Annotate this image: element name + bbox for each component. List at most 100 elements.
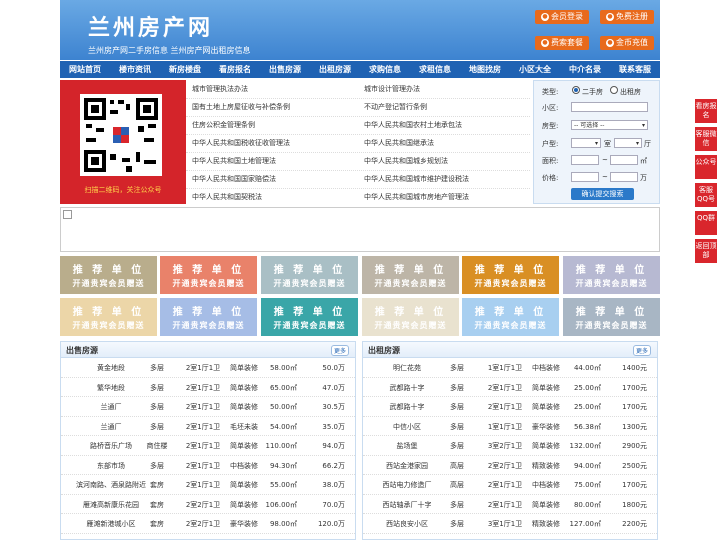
recommended-unit-ad[interactable]: 推 荐 单 位开通贵宾会员赠送 (60, 298, 157, 336)
listing-row[interactable]: 明仁花苑 多层 1室1厅1卫 中档装修 44.00㎡ 1400元 (363, 358, 657, 378)
nav-new-homes[interactable]: 新房楼盘 (160, 61, 210, 78)
listing-price: 120.0万 (317, 520, 345, 528)
listing-row[interactable]: 繁华地段 多层 2室1厅1卫 简单装修 65.00㎡ 47.0万 (61, 378, 355, 397)
nav-communities[interactable]: 小区大全 (510, 61, 560, 78)
law-link[interactable]: 中华人民共和国城市维护建设税法 (364, 174, 469, 184)
rent-panel: 出租房源 更多 明仁花苑 多层 1室1厅1卫 中档装修 44.00㎡ 1400元 武都路十字多… (362, 341, 658, 540)
recommended-unit-ad[interactable]: 推 荐 单 位开通贵宾会员赠送 (362, 298, 459, 336)
listing-row[interactable]: 西站电力修造厂 高层 2室1厅1卫 中档装修 75.00㎡ 1700元 (363, 475, 657, 495)
nav-map-search[interactable]: 地图找房 (460, 61, 510, 78)
law-link[interactable]: 城市设计管理办法 (364, 84, 420, 94)
recommended-unit-ad[interactable]: 推 荐 单 位开通贵宾会员赠送 (362, 256, 459, 294)
ad-line1: 推 荐 单 位 (172, 307, 245, 318)
chevron-down-icon: ▾ (594, 140, 598, 147)
recommended-unit-ad[interactable]: 推 荐 单 位开通贵宾会员赠送 (462, 256, 559, 294)
ad-line2: 开通贵宾会员赠送 (172, 321, 245, 330)
law-link[interactable]: 中华人民共和国农村土地承包法 (364, 120, 462, 130)
recharge-button[interactable]: ● 金币充值 (600, 36, 654, 50)
listing-area: 94.30㎡ (269, 461, 297, 470)
banner-image[interactable] (60, 207, 660, 252)
price-min-input[interactable] (571, 172, 599, 182)
listing-row[interactable]: 西站良安小区 多层 3室1厅1卫 精致装修 127.00㎡ 2200元 (363, 514, 657, 534)
house-type-select[interactable]: -- 可选择 -- ▾ (571, 120, 648, 130)
side-service-wechat[interactable]: 客服微信 (695, 127, 717, 151)
rent-more-link[interactable]: 更多 (632, 345, 651, 356)
sale-more-link[interactable]: 更多 (330, 345, 349, 356)
law-link[interactable]: 中华人民共和国税收征收管理法 (192, 138, 290, 148)
nav-for-sale[interactable]: 出售房源 (260, 61, 310, 78)
nav-want-buy[interactable]: 求购信息 (360, 61, 410, 78)
size-max-input[interactable] (610, 155, 638, 165)
nav-contact[interactable]: 联系客服 (610, 61, 660, 78)
nav-agents[interactable]: 中介名录 (560, 61, 610, 78)
listing-row[interactable]: 滨河南路、酒泉路附近 套房 2室1厅1卫 简单装修 55.00㎡ 38.0万 (61, 475, 355, 495)
register-button[interactable]: ● 免费注册 (600, 10, 654, 24)
recommended-unit-ad[interactable]: 推 荐 单 位开通贵宾会员赠送 (261, 256, 358, 294)
listing-row[interactable]: 雁滩高新康乐花园 套房 2室2厅1卫 简单装修 106.00㎡ 70.0万 (61, 495, 355, 514)
search-submit-button[interactable]: 确认提交搜索 (571, 188, 634, 200)
ad-line2: 开通贵宾会员赠送 (273, 279, 346, 288)
chevron-down-icon: ▾ (635, 140, 639, 147)
side-official-account[interactable]: 公众号 (695, 155, 717, 179)
ad-line2: 开通贵宾会员赠送 (575, 321, 648, 330)
side-back-to-top[interactable]: 返回顶部 (695, 239, 717, 263)
law-link[interactable]: 不动产登记暂行条例 (364, 102, 427, 112)
law-link[interactable]: 中华人民共和国国家赔偿法 (192, 174, 276, 184)
listing-row[interactable]: 兰通厂 多层 2室1厅1卫 毛坯未装 54.00㎡ 35.0万 (61, 417, 355, 436)
listing-row[interactable]: 西站轴承厂十字 多层 2室1厅1卫 简单装修 80.00㎡ 1800元 (363, 495, 657, 514)
listing-row[interactable]: 西站轴承厂十字多层2室1厅1卫中档装修80.00㎡1800元 (363, 534, 657, 540)
listing-row[interactable]: 盐场堡 多层 3室2厅1卫 简单装修 132.00㎡ 2900元 (363, 436, 657, 456)
room-select[interactable]: ▾ (571, 138, 601, 148)
recommended-unit-ad[interactable]: 推 荐 单 位开通贵宾会员赠送 (160, 256, 257, 294)
recommended-unit-ad[interactable]: 推 荐 单 位开通贵宾会员赠送 (563, 256, 660, 294)
size-min-input[interactable] (571, 155, 599, 165)
recommended-unit-ad[interactable]: 推 荐 单 位开通贵宾会员赠送 (462, 298, 559, 336)
nav-viewing-signup[interactable]: 看房报名 (210, 61, 260, 78)
listing-row[interactable]: 西站金港家园 高层 2室2厅1卫 精致装修 94.00㎡ 2500元 (363, 456, 657, 475)
listing-row[interactable]: 黄金地段 多层 2室1厅1卫 简单装修 58.00㎡ 50.0万 (61, 358, 355, 378)
listing-row[interactable]: 雁滩新港城小区 套房 2室2厅1卫 豪华装修 98.00㎡ 120.0万 (61, 514, 355, 534)
side-viewing-signup[interactable]: 看房报名 (695, 99, 717, 123)
listing-area: 94.00㎡ (573, 461, 601, 470)
recommended-unit-ad[interactable]: 推 荐 单 位开通贵宾会员赠送 (563, 298, 660, 336)
law-link[interactable]: 国有土地上房屋征收与补偿条例 (192, 102, 290, 112)
law-link[interactable]: 中华人民共和国继承法 (364, 138, 434, 148)
site-logo[interactable]: 兰州房产网 (88, 10, 213, 42)
law-link[interactable]: 住房公积金管理条例 (192, 120, 255, 130)
law-link[interactable]: 中华人民共和国契税法 (192, 192, 262, 202)
nav-for-rent[interactable]: 出租房源 (310, 61, 360, 78)
listing-area: 56.38㎡ (573, 422, 601, 431)
law-link[interactable]: 城市管理执法办法 (192, 84, 248, 94)
package-button[interactable]: ● 费索套餐 (535, 36, 589, 50)
listing-price: 30.5万 (322, 403, 345, 411)
nav-home[interactable]: 网站首页 (60, 61, 110, 78)
law-link[interactable]: 中华人民共和国城乡规划法 (364, 156, 448, 166)
area-input[interactable] (571, 102, 648, 112)
recommended-unit-ad[interactable]: 推 荐 单 位开通贵宾会员赠送 (60, 256, 157, 294)
listing-row[interactable]: 武都路十字 多层 2室1厅1卫 简单装修 25.00㎡ 1700元 (363, 397, 657, 417)
ad-line1: 推 荐 单 位 (72, 307, 145, 318)
login-button[interactable]: ● 会员登录 (535, 10, 589, 24)
listing-row[interactable]: 中信小区 多层 1室1厅1卫 豪华装修 56.38㎡ 1300元 (363, 417, 657, 436)
nav-want-rent[interactable]: 求租信息 (410, 61, 460, 78)
listing-row[interactable]: 东岗飞天家园东侧有不套房2室1厅1卫毛坯房104.00㎡50.0万 (61, 534, 355, 540)
ad-line2: 开通贵宾会员赠送 (575, 279, 648, 288)
side-qq-group[interactable]: QQ群 (695, 211, 717, 235)
radio-rental[interactable] (610, 86, 618, 94)
law-link[interactable]: 中华人民共和国城市房地产管理法 (364, 192, 469, 202)
radio-second-hand[interactable] (572, 86, 580, 94)
listing-row[interactable]: 兰通厂 多层 2室1厅1卫 简单装修 50.00㎡ 30.5万 (61, 397, 355, 417)
nav-news[interactable]: 楼市资讯 (110, 61, 160, 78)
hall-select[interactable]: ▾ (614, 138, 642, 148)
broken-image-icon (63, 210, 72, 219)
law-links: 城市管理执法办法 城市设计管理办法 国有土地上房屋征收与补偿条例 不动产登记暂行条例… (186, 80, 530, 204)
side-service-qq[interactable]: 客服QQ号 (695, 183, 717, 207)
recommended-unit-ad[interactable]: 推 荐 单 位开通贵宾会员赠送 (261, 298, 358, 336)
law-link[interactable]: 中华人民共和国土地管理法 (192, 156, 276, 166)
listing-row[interactable]: 路桥音乐广场 商住楼 2室1厅1卫 简单装修 110.00㎡ 94.0万 (61, 436, 355, 456)
price-max-input[interactable] (610, 172, 638, 182)
listing-row[interactable]: 武都路十字 多层 2室1厅1卫 简单装修 25.00㎡ 1700元 (363, 378, 657, 397)
cart-icon: ● (541, 38, 549, 47)
listing-row[interactable]: 东部市场 多层 2室1厅1卫 中档装修 94.30㎡ 66.2万 (61, 456, 355, 475)
recommended-unit-ad[interactable]: 推 荐 单 位开通贵宾会员赠送 (160, 298, 257, 336)
